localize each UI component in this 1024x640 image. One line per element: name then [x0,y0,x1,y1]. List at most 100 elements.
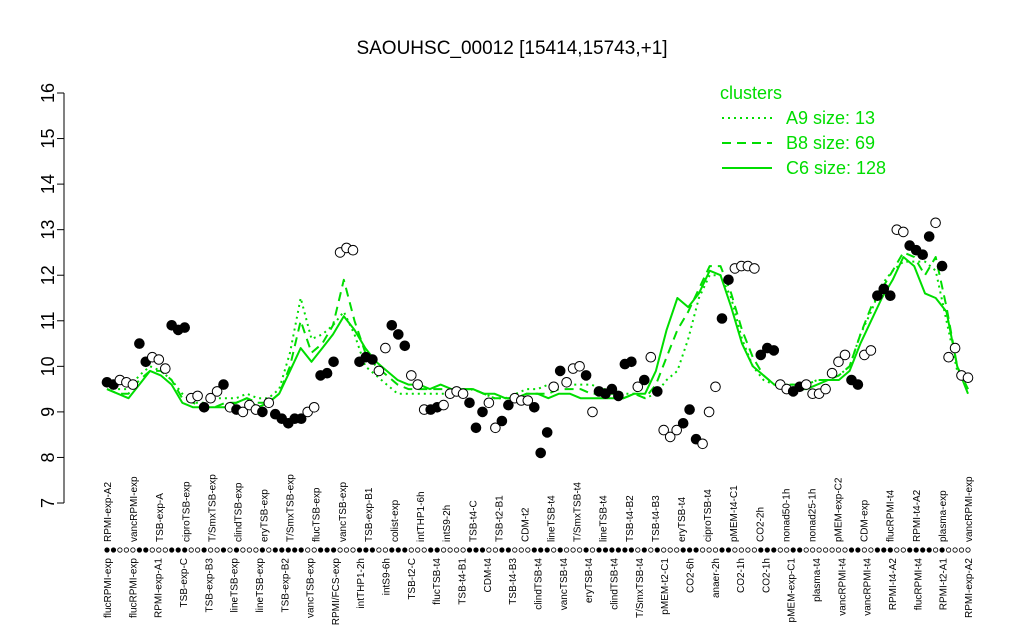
x-tick-label: TSB-exp-B3 [204,558,215,613]
sample-point-filled [321,367,333,379]
rug-mark [583,547,589,553]
rug-mark [712,547,719,553]
x-tick-label: clindTSB-exp [233,482,244,542]
x-tick-labels-top: RPMI-exp-A2 vancRPMI-exp TSB-exp-A ciproTSB… [103,474,975,542]
x-tick-label: lineTSB-t4 [547,495,558,542]
rug-mark [518,547,524,553]
x-rug-marks [104,547,971,553]
rug-mark [764,547,770,553]
x-tick-label: lineTSB-exp [230,558,241,613]
rug-mark [479,547,486,553]
rug-mark [220,547,227,553]
x-tick-label: plasma-t4 [812,558,823,602]
x-tick-label: flucRPMI-t4 [913,558,924,611]
sample-point-filled [885,290,896,302]
sample-point-filled [580,370,592,381]
rug-mark [544,547,550,553]
rug-mark [809,547,816,553]
sample-point-open [438,399,449,411]
rug-mark [907,547,913,553]
sample-point-filled [936,260,948,272]
rug-mark [784,547,790,553]
rug-mark [421,547,427,553]
rug-mark [680,547,686,553]
x-tick-label: RPMI-exp-A2 [964,558,975,618]
rug-mark [913,547,919,553]
sample-point-open [826,367,838,379]
sample-point-open [645,351,657,363]
x-tick-label: pMEM-t2-C1 [660,558,671,615]
sample-point-open [127,379,139,390]
sample-point-filled [535,447,547,459]
cluster-line-solid [106,256,969,409]
sample-point-filled [393,329,404,340]
rug-mark [110,547,117,553]
rug-mark [932,547,939,553]
rug-mark [887,547,893,553]
rug-mark [797,547,803,553]
sample-point-open [548,381,560,393]
sample-point-open [703,406,715,418]
x-tick-label: TSB-exp-C [179,558,190,607]
sample-point-filled [496,415,508,427]
rug-mark [272,547,278,553]
sample-point-open [380,342,391,354]
y-tick-label: 14 [38,174,58,194]
x-tick-label: TSB-exp-A [155,493,166,542]
x-tick-label: RPMI-exp-A2 [103,482,114,542]
rug-mark [732,547,738,553]
sample-point-filled [554,365,566,377]
x-tick-label: CDM-exp [860,499,871,542]
rug-mark [868,547,874,553]
x-tick-label: flucTSB-t4 [432,558,443,605]
rug-mark [298,547,304,553]
rug-mark [285,547,291,553]
rug-mark [615,547,622,553]
sample-point-filled [613,390,624,402]
rug-mark [382,547,388,553]
rug-mark [428,547,434,553]
rug-mark [246,547,252,553]
sample-point-open [373,365,385,377]
rug-mark [816,547,822,553]
rug-mark [958,547,965,553]
rug-mark [123,547,130,553]
x-tick-label: vancTSB-t4 [559,558,570,611]
rug-mark [330,547,337,553]
sample-point-open [697,438,708,450]
x-tick-label: vancRPMI-t4 [837,558,848,616]
rug-mark [745,547,751,553]
rug-mark [182,547,188,553]
sample-point-open [192,390,203,402]
rug-mark [389,547,395,553]
sample-point-filled [639,374,650,386]
x-tick-label: TSB-t2-B1 [494,495,505,542]
rug-mark [771,547,777,553]
x-tick-label: TSB-t4-C [468,500,479,542]
legend: clusters A9 size: 13 B8 size: 69 C6 size: … [720,83,886,178]
rug-mark [305,547,311,553]
sample-point-open [587,406,598,418]
sample-points [101,217,974,459]
rug-mark [874,547,881,553]
rug-mark [466,547,473,553]
sample-point-open [943,351,954,363]
x-tick-label: vancRPMI-exp [964,476,975,542]
sample-point-filled [652,386,663,397]
rug-mark [266,547,272,553]
x-tick-label: RPMI/FCS-exp [331,558,342,626]
rug-mark [952,547,958,553]
rug-mark [842,547,848,553]
rug-mark [460,547,466,553]
rug-mark [104,547,110,553]
sample-point-open [412,379,424,390]
rug-mark [356,547,363,553]
rug-mark [311,547,317,553]
rug-mark [343,547,350,553]
rug-mark [376,547,382,553]
sample-point-filled [723,274,734,286]
y-tick-label: 10 [38,356,58,376]
sample-point-filled [198,402,210,413]
x-tick-label: RPMI-t2-A1 [939,558,950,611]
rug-mark [195,547,201,553]
